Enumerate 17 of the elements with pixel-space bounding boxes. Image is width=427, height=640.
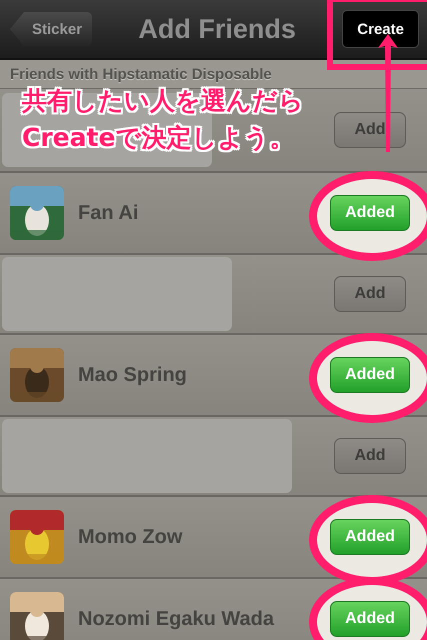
back-button[interactable]: Sticker <box>10 12 92 46</box>
callout-text: 共有したい人を選んだら <box>22 85 304 117</box>
create-button[interactable]: Create <box>342 10 419 48</box>
friend-name: Mao Spring <box>78 364 188 386</box>
add-button[interactable]: Add <box>334 276 406 312</box>
added-button[interactable]: Added <box>330 357 410 393</box>
added-button[interactable]: Added <box>330 519 410 555</box>
callout-text: Createで決定しよう。 <box>22 122 296 154</box>
added-button[interactable]: Added <box>330 195 410 231</box>
friend-name: Nozomi Egaku Wada <box>78 608 276 630</box>
friend-name: Momo Zow <box>78 526 184 548</box>
section-header: Friends with Hipstamatic Disposable <box>10 66 272 82</box>
screen-title: Add Friends <box>137 14 297 44</box>
friend-name: Fan Ai <box>78 202 140 224</box>
added-button[interactable]: Added <box>330 601 410 637</box>
add-button[interactable]: Add <box>334 438 406 474</box>
add-button[interactable]: Add <box>334 112 406 148</box>
